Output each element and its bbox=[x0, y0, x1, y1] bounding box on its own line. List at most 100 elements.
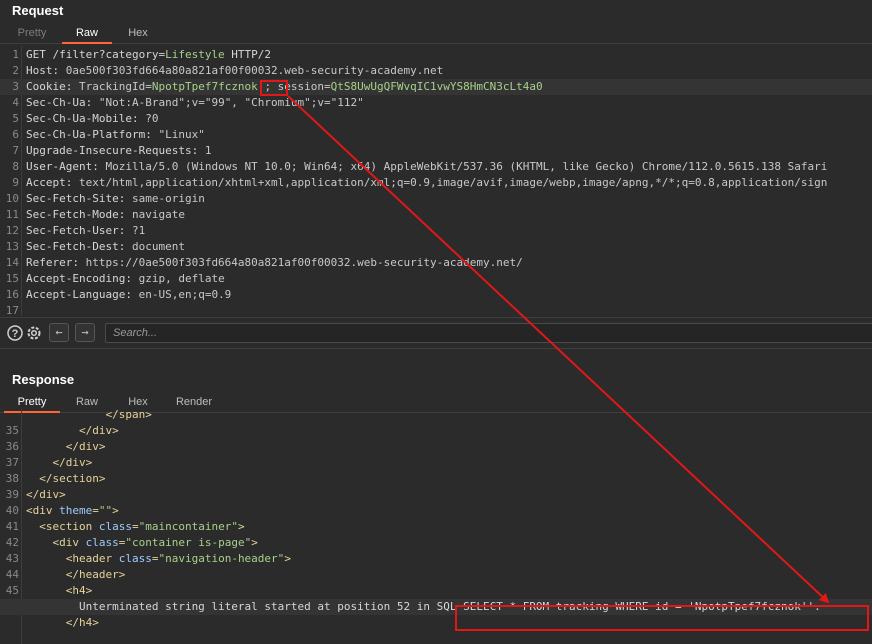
line-number: 1 bbox=[12, 48, 19, 61]
line-content: </div> bbox=[26, 439, 106, 455]
code-token: navigate bbox=[131, 208, 185, 221]
code-line[interactable]: 16 Accept-Language: en-US,en;q=0.9 bbox=[0, 287, 872, 303]
line-content: </div> bbox=[26, 423, 119, 439]
request-tab-raw[interactable]: Raw bbox=[62, 24, 112, 44]
code-line[interactable]: 41 <section class="maincontainer"> bbox=[0, 519, 872, 535]
code-line[interactable]: </span> bbox=[0, 409, 872, 423]
line-number: 12 bbox=[5, 224, 19, 237]
line-number: 43 bbox=[5, 552, 19, 565]
code-token: > bbox=[251, 536, 258, 549]
code-token: 1 bbox=[204, 144, 212, 157]
code-token: > bbox=[112, 504, 119, 517]
code-token: "navigation-header" bbox=[158, 552, 285, 565]
code-line[interactable]: 11 Sec-Fetch-Mode: navigate bbox=[0, 207, 872, 223]
arrow-right-icon[interactable]: → bbox=[75, 323, 95, 342]
line-number: 2 bbox=[12, 64, 19, 77]
line-number: 39 bbox=[5, 488, 19, 501]
line-number: 16 bbox=[5, 288, 19, 301]
code-line[interactable]: 1 GET /filter?category=Lifestyle HTTP/2 bbox=[0, 47, 872, 63]
line-content: Sec-Fetch-Mode: navigate bbox=[26, 207, 185, 223]
code-line[interactable]: 39 </div> bbox=[0, 487, 872, 503]
code-token: Sec-Ch-Ua: bbox=[26, 96, 99, 109]
code-token: ?0 bbox=[145, 112, 159, 125]
code-token: <section bbox=[26, 520, 99, 533]
code-line[interactable]: 45 <h4> bbox=[0, 583, 872, 599]
code-token: "Not:A-Brand";v="99", "Chromium";v="112" bbox=[98, 96, 364, 109]
code-line[interactable]: 40 <div theme=""> bbox=[0, 503, 872, 519]
code-line[interactable]: 10 Sec-Fetch-Site: same-origin bbox=[0, 191, 872, 207]
code-token: "container is-page" bbox=[125, 536, 252, 549]
request-tab-pretty[interactable]: Pretty bbox=[4, 24, 60, 44]
code-token: "" bbox=[98, 504, 113, 517]
code-token: Sec-Fetch-Dest: bbox=[26, 240, 132, 253]
code-line[interactable]: 2 Host: 0ae500f303fd664a80a821af00f00032.… bbox=[0, 63, 872, 79]
line-content: <h4> bbox=[26, 583, 93, 599]
line-content: Sec-Ch-Ua: "Not:A-Brand";v="99", "Chromi… bbox=[26, 95, 364, 111]
help-icon[interactable]: ? bbox=[6, 324, 24, 342]
request-tab-hex[interactable]: Hex bbox=[114, 24, 162, 44]
code-token: Referer: bbox=[26, 256, 86, 269]
code-token: ?1 bbox=[131, 224, 146, 237]
code-token: QtS8UwUgQFWvqIC1vwYS8HmCN3cLt4a0 bbox=[330, 80, 543, 93]
code-line[interactable]: 37 </div> bbox=[0, 455, 872, 471]
search-input[interactable] bbox=[105, 323, 872, 343]
code-line[interactable]: 42 <div class="container is-page"> bbox=[0, 535, 872, 551]
code-line[interactable]: 14 Referer: https://0ae500f303fd664a80a82… bbox=[0, 255, 872, 271]
line-content: <div theme=""> bbox=[26, 503, 119, 519]
line-number: 17 bbox=[5, 304, 19, 316]
line-content: <header class="navigation-header"> bbox=[26, 551, 291, 567]
line-number: 45 bbox=[5, 584, 19, 597]
line-number: 35 bbox=[5, 424, 19, 437]
code-line[interactable]: 4 Sec-Ch-Ua: "Not:A-Brand";v="99", "Chrom… bbox=[0, 95, 872, 111]
line-content: <div class="container is-page"> bbox=[26, 535, 258, 551]
code-line[interactable]: 7 Upgrade-Insecure-Requests: 1 bbox=[0, 143, 872, 159]
code-line[interactable]: 5 Sec-Ch-Ua-Mobile: ?0 bbox=[0, 111, 872, 127]
code-token: Upgrade-Insecure-Requests: bbox=[26, 144, 205, 157]
line-number: 11 bbox=[5, 208, 19, 221]
code-line[interactable]: 12 Sec-Fetch-User: ?1 bbox=[0, 223, 872, 239]
code-line[interactable]: 43 <header class="navigation-header"> bbox=[0, 551, 872, 567]
line-number: 40 bbox=[5, 504, 19, 517]
code-line[interactable]: 17 bbox=[0, 303, 872, 316]
request-editor[interactable]: 1 GET /filter?category=Lifestyle HTTP/2 2 H… bbox=[0, 46, 872, 316]
line-number: 8 bbox=[12, 160, 19, 173]
line-number: 6 bbox=[12, 128, 19, 141]
cookie-quote-highlight bbox=[260, 80, 288, 96]
line-number: 7 bbox=[12, 144, 19, 157]
code-line[interactable]: 38 </section> bbox=[0, 471, 872, 487]
code-token: 0ae500f303fd664a80a821af00f00032.web-sec… bbox=[65, 64, 444, 77]
code-token: document bbox=[131, 240, 185, 253]
line-content: Sec-Ch-Ua-Platform: "Linux" bbox=[26, 127, 205, 143]
code-token: class bbox=[98, 520, 132, 533]
line-content: Sec-Ch-Ua-Mobile: ?0 bbox=[26, 111, 158, 127]
code-line[interactable]: 6 Sec-Ch-Ua-Platform: "Linux" bbox=[0, 127, 872, 143]
code-token: </div> bbox=[26, 424, 119, 437]
code-token: "Linux" bbox=[158, 128, 205, 141]
code-token: Accept-Encoding: bbox=[26, 272, 139, 285]
code-line[interactable]: 8 User-Agent: Mozilla/5.0 (Windows NT 10.… bbox=[0, 159, 872, 175]
code-token: GET /filter?category= bbox=[26, 48, 166, 61]
code-token: Sec-Fetch-Site: bbox=[26, 192, 132, 205]
code-line[interactable]: 9 Accept: text/html,application/xhtml+xml… bbox=[0, 175, 872, 191]
line-content: Accept-Encoding: gzip, deflate bbox=[26, 271, 225, 287]
arrow-left-icon[interactable]: ← bbox=[49, 323, 69, 342]
code-line[interactable]: 15 Accept-Encoding: gzip, deflate bbox=[0, 271, 872, 287]
code-token: = bbox=[92, 504, 99, 517]
code-line[interactable]: 36 </div> bbox=[0, 439, 872, 455]
code-line[interactable]: 3 Cookie: TrackingId=NpotpTpef7fcznok'; s… bbox=[0, 79, 872, 95]
code-token: User-Agent: bbox=[26, 160, 106, 173]
code-token: </h4> bbox=[26, 616, 99, 629]
svg-text:?: ? bbox=[12, 328, 19, 340]
code-token: same-origin bbox=[131, 192, 205, 205]
code-token: HTTP/2 bbox=[224, 48, 272, 61]
code-token: <h4> bbox=[26, 584, 93, 597]
line-number: 38 bbox=[5, 472, 19, 485]
code-line[interactable]: 44 </header> bbox=[0, 567, 872, 583]
response-panel-title: Response bbox=[12, 372, 75, 387]
line-content: GET /filter?category=Lifestyle HTTP/2 bbox=[26, 47, 271, 63]
line-content: </div> bbox=[26, 455, 92, 471]
line-content: Referer: https://0ae500f303fd664a80a821a… bbox=[26, 255, 523, 271]
code-line[interactable]: 13 Sec-Fetch-Dest: document bbox=[0, 239, 872, 255]
code-line[interactable]: 35 </div> bbox=[0, 423, 872, 439]
gear-icon[interactable] bbox=[25, 324, 43, 342]
